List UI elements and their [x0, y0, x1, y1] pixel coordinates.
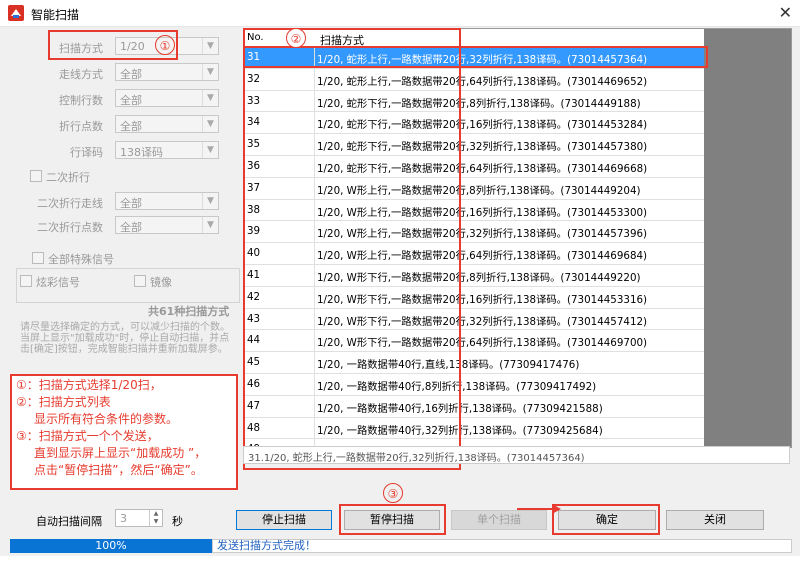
second-fold-checkbox[interactable]: 二次折行 — [30, 169, 90, 185]
control-rows-label: 控制行数 — [59, 94, 103, 107]
route-select[interactable]: 全部 ▼ — [115, 63, 219, 81]
mirror-checkbox[interactable]: 镜像 — [134, 274, 172, 290]
second-points-label: 二次折行点数 — [37, 221, 103, 234]
background-window-strip — [0, 556, 800, 565]
annotation-highlight-3 — [339, 504, 446, 535]
close-icon[interactable]: ✕ — [779, 3, 792, 22]
close-button[interactable]: 关闭 — [666, 510, 764, 530]
color-signal-checkbox[interactable]: 炫彩信号 — [20, 274, 80, 290]
fold-points-select[interactable]: 全部 ▼ — [115, 115, 219, 133]
annotation-highlight-row — [243, 46, 708, 68]
row-decode-select[interactable]: 138译码 ▼ — [115, 141, 219, 159]
interval-label: 自动扫描间隔 — [36, 515, 102, 528]
progress-bar: 100% — [10, 539, 212, 553]
scan-mode-count: 共61种扫描方式 — [148, 305, 230, 318]
annotation-line: ②：扫描方式列表 — [16, 395, 111, 409]
selected-mode-text: 31.1/20, 蛇形上行,一路数据带20行,32列折行,138译码。(7301… — [243, 446, 790, 464]
chevron-down-icon: ▼ — [202, 142, 218, 158]
chevron-down-icon: ▼ — [202, 38, 218, 54]
row-decode-label: 行译码 — [70, 146, 103, 159]
chevron-down-icon: ▼ — [202, 116, 218, 132]
marker-1: ① — [155, 35, 175, 55]
app-icon — [8, 5, 24, 21]
second-route-select[interactable]: 全部 ▼ — [115, 192, 219, 210]
status-message: 发送扫描方式完成！ — [212, 539, 792, 553]
interval-value: 3 — [120, 512, 127, 525]
window-title: 智能扫描 — [31, 8, 80, 22]
marker-2: ② — [286, 28, 306, 48]
second-route-label: 二次折行走线 — [37, 197, 103, 210]
hint-text: 请尽量选择确定的方式，可以减少扫描的个数。当屏上显示"加载成功"时，停止自动扫描… — [20, 322, 230, 355]
annotation-highlight-4 — [552, 504, 660, 535]
second-points-select[interactable]: 全部 ▼ — [115, 216, 219, 234]
route-label: 走线方式 — [59, 68, 103, 81]
marker-3: ③ — [383, 483, 403, 503]
stop-scan-button[interactable]: 停止扫描 — [236, 510, 332, 530]
annotation-highlight-2 — [243, 28, 461, 470]
chevron-down-icon: ▼ — [202, 64, 218, 80]
single-scan-button[interactable]: 单个扫描 — [451, 510, 547, 530]
scrollbar[interactable] — [705, 29, 790, 447]
all-special-checkbox[interactable]: 全部特殊信号 — [32, 251, 117, 267]
chevron-down-icon: ▼ — [202, 193, 218, 209]
fold-points-label: 折行点数 — [59, 120, 103, 133]
spinner-arrows-icon[interactable]: ▲ ▼ — [149, 510, 162, 526]
annotation-line: ①：扫描方式选择1/20扫， — [16, 378, 162, 392]
seconds-label: 秒 — [172, 515, 183, 528]
chevron-down-icon: ▼ — [202, 217, 218, 233]
arrow-right-icon — [552, 504, 561, 514]
annotation-line: 点击“暂停扫描”，然后“确定”。 — [34, 463, 203, 477]
annotation-arrow — [517, 508, 555, 510]
control-rows-select[interactable]: 全部 ▼ — [115, 89, 219, 107]
annotation-line: 显示所有符合条件的参数。 — [34, 412, 179, 426]
annotation-line: ③：扫描方式一个个发送， — [16, 429, 159, 443]
annotation-line: 直到显示屏上显示“加载成功 ”， — [34, 446, 207, 460]
chevron-down-icon: ▼ — [202, 90, 218, 106]
title-bar: 智能扫描 ✕ — [0, 0, 800, 27]
interval-spinner[interactable]: 3 ▲ ▼ — [115, 509, 163, 527]
annotation-box: ①：扫描方式选择1/20扫， ②：扫描方式列表 显示所有符合条件的参数。 ③：扫… — [10, 374, 238, 490]
